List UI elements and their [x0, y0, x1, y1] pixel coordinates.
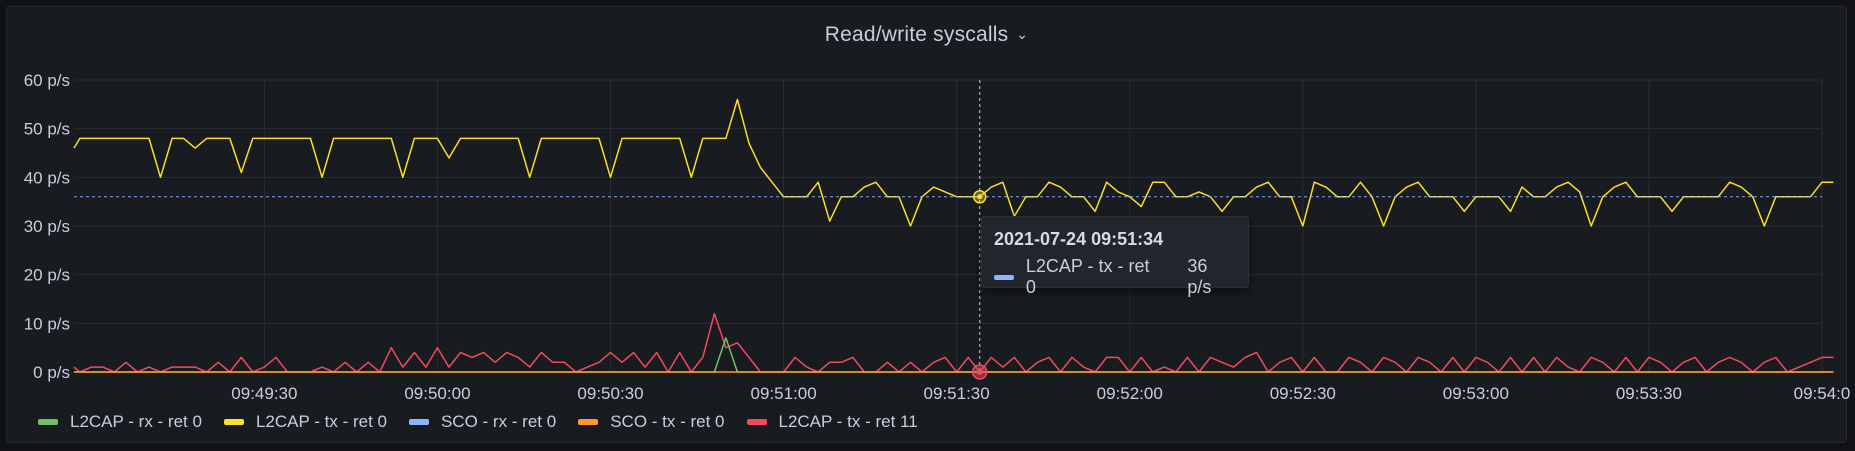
tooltip-series-name: L2CAP - tx - ret 0 — [1025, 256, 1150, 297]
y-tick-label: 0 p/s — [33, 363, 70, 382]
legend-swatch — [38, 419, 58, 425]
x-tick-label: 09:50:00 — [404, 384, 470, 403]
hover-point-core — [976, 369, 983, 375]
y-tick-label: 50 p/s — [24, 120, 70, 139]
tooltip-value: 36 p/s — [1187, 256, 1212, 297]
x-tick-label: 09:50:30 — [577, 384, 643, 403]
legend: L2CAP - rx - ret 0 L2CAP - tx - ret 0 SCO … — [38, 412, 918, 432]
legend-label: L2CAP - tx - ret 11 — [778, 412, 918, 431]
series-group — [73, 98, 1834, 373]
hover-point-core — [977, 194, 983, 200]
legend-swatch — [223, 419, 244, 425]
legend-item[interactable]: L2CAP - rx - ret 0 — [38, 412, 202, 432]
series-line — [73, 98, 1834, 227]
legend-label: SCO - rx - ret 0 — [440, 412, 557, 431]
crosshair — [74, 80, 1822, 380]
legend-item[interactable]: L2CAP - tx - ret 11 — [746, 412, 918, 432]
x-tick-label: 09:51:00 — [750, 384, 816, 403]
legend-label: SCO - tx - ret 0 — [610, 412, 725, 431]
tooltip-row: L2CAP - tx - ret 0 36 p/s — [994, 256, 1236, 298]
series-line — [73, 312, 1834, 373]
legend-swatch — [408, 419, 429, 425]
x-tick-label: 09:51:30 — [924, 384, 990, 403]
y-tick-label: 30 p/s — [24, 217, 70, 236]
legend-item[interactable]: SCO - rx - ret 0 — [408, 412, 557, 432]
grid — [74, 79, 1823, 373]
y-tick-label: 20 p/s — [24, 266, 70, 285]
y-axis: 0 p/s 10 p/s 20 p/s 30 p/s 40 p/s 50 p/s 60 p/… — [24, 71, 70, 382]
legend-label: L2CAP - tx - ret 0 — [255, 412, 387, 431]
x-tick-label: 09:49:30 — [231, 384, 297, 403]
y-tick-label: 10 p/s — [24, 314, 70, 333]
y-tick-label: 40 p/s — [24, 168, 70, 187]
x-axis: 09:49:30 09:50:00 09:50:30 09:51:00 09:51:30… — [231, 384, 1850, 403]
legend-item[interactable]: SCO - tx - ret 0 — [578, 412, 725, 432]
legend-swatch — [578, 419, 599, 425]
x-tick-label: 09:53:30 — [1616, 384, 1682, 403]
legend-label: L2CAP - rx - ret 0 — [70, 412, 202, 431]
legend-swatch — [746, 419, 767, 425]
tooltip-time: 2021-07-24 09:51:34 — [994, 229, 1164, 249]
x-tick-label: 09:52:30 — [1270, 384, 1336, 403]
line-chart[interactable]: 0 p/s 10 p/s 20 p/s 30 p/s 40 p/s 50 p/s 60 p/… — [0, 0, 1855, 451]
y-tick-label: 60 p/s — [24, 71, 70, 90]
tooltip-series-swatch — [994, 274, 1014, 280]
tooltip: 2021-07-24 09:51:34 L2CAP - tx - ret 0 3… — [981, 216, 1249, 297]
legend-item[interactable]: L2CAP - tx - ret 0 — [223, 412, 387, 432]
x-tick-label: 09:54:0 — [1794, 384, 1851, 403]
x-tick-label: 09:52:00 — [1097, 384, 1163, 403]
x-tick-label: 09:53:00 — [1443, 384, 1509, 403]
